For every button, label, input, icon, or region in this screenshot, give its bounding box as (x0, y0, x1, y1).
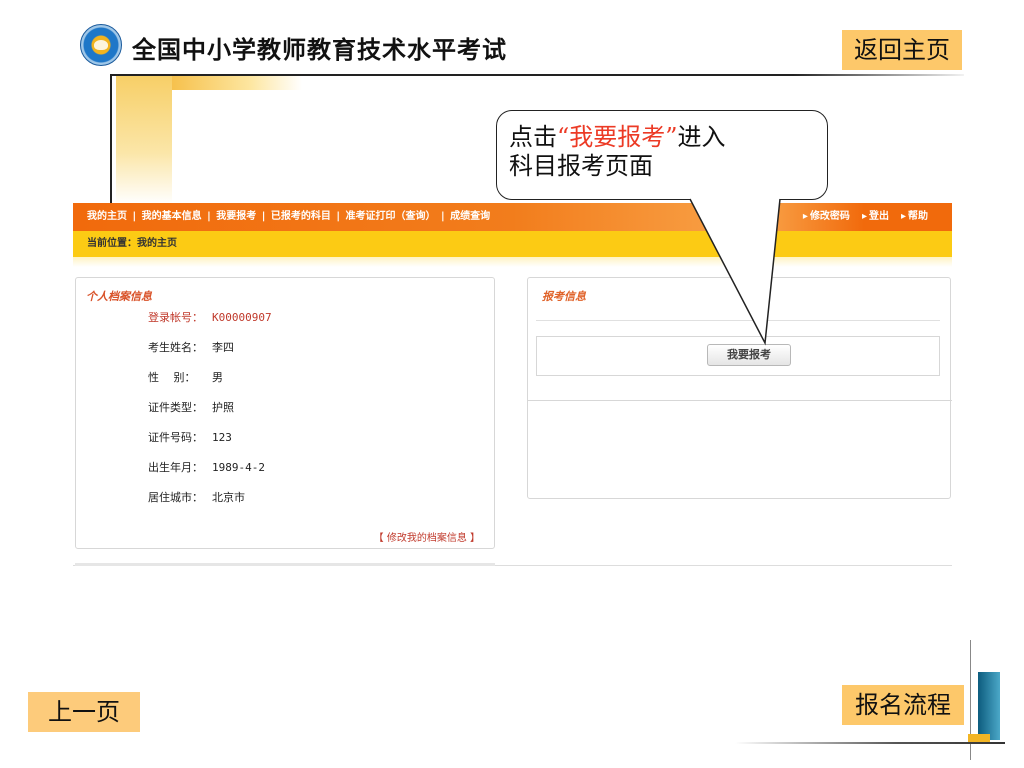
edit-profile-link[interactable]: 【 修改我的档案信息 】 (374, 529, 480, 544)
nav-right-item[interactable]: ▸ 修改密码 (803, 211, 850, 222)
profile-row: 证件类型： 护照 (148, 399, 234, 415)
previous-page-button[interactable]: 上一页 (28, 692, 140, 732)
nav-item[interactable]: 我要报考 (216, 211, 256, 222)
nav-right-label: 帮助 (908, 211, 928, 222)
callout-prefix: 点击 (509, 123, 557, 151)
return-home-button[interactable]: 返回主页 (842, 30, 962, 70)
profile-row: 出生年月： 1989-4-2 (148, 459, 265, 475)
nav-separator: | (258, 211, 269, 222)
nav-separator: | (437, 211, 449, 222)
apply-exam-button[interactable]: 我要报考 (707, 344, 791, 366)
breadcrumb-fade (73, 257, 952, 267)
profile-panel: 个人档案信息 登录帐号： K00000907 考生姓名： 李四性 别： 男证件类型： 护照… (75, 277, 495, 549)
profile-row: 登录帐号： K00000907 (148, 309, 272, 325)
nav-item[interactable]: 准考证打印（查询） (346, 211, 436, 222)
exam-info-divider (536, 320, 940, 321)
instruction-callout: 点击“我要报考”进入 科目报考页面 (496, 110, 828, 200)
profile-label: 性 别： (148, 371, 196, 384)
footer-rule (735, 742, 1005, 744)
profile-value: 北京市 (212, 491, 245, 504)
profile-label: 出生年月： (148, 461, 203, 474)
nav-right-item[interactable]: ▸ 帮助 (901, 211, 928, 222)
registration-flow-button[interactable]: 报名流程 (842, 685, 964, 725)
profile-panel-title: 个人档案信息 (86, 290, 152, 303)
breadcrumb: 当前位置：我的主页 (73, 231, 952, 257)
profile-row: 居住城市： 北京市 (148, 489, 245, 505)
callout-line-1: 点击“我要报考”进入 (509, 123, 827, 152)
nav-item[interactable]: 我的基本信息 (142, 211, 202, 222)
nav-item[interactable]: 成绩查询 (450, 211, 490, 222)
callout-line-2: 科目报考页面 (509, 152, 653, 180)
profile-value: K00000907 (212, 311, 272, 324)
arrow-icon: ▸ (861, 211, 867, 222)
nav-right-item[interactable]: ▸ 登出 (862, 211, 889, 222)
nav-separator: | (203, 211, 215, 222)
profile-row: 考生姓名： 李四 (148, 339, 234, 355)
profile-label: 证件类型： (148, 401, 203, 414)
profile-row: 证件号码： 123 (148, 429, 232, 445)
profile-label: 登录帐号： (148, 311, 203, 324)
nav-item[interactable]: 我的主页 (87, 211, 127, 222)
arrow-icon: ▸ (802, 211, 808, 222)
decorative-vertical-line (110, 74, 112, 204)
profile-value: 李四 (212, 341, 234, 354)
profile-value: 123 (212, 431, 232, 444)
nav-right-label: 修改密码 (809, 211, 850, 222)
nav-right-label: 登出 (868, 211, 889, 222)
exam-info-separator (528, 400, 952, 401)
callout-suffix: 进入 (677, 123, 726, 151)
nav-separator: | (129, 211, 140, 222)
decorative-gold-stripe (172, 76, 302, 90)
exam-portal-screenshot: 我的主页 | 我的基本信息 | 我要报考 | 已报考的科目 | 准考证打印（查询… (73, 203, 952, 566)
profile-label: 证件号码： (148, 431, 203, 444)
exam-seal-logo-icon (80, 24, 122, 66)
portal-top-nav: 我的主页 | 我的基本信息 | 我要报考 | 已报考的科目 | 准考证打印（查询… (73, 203, 952, 231)
profile-label: 居住城市： (148, 491, 203, 504)
arrow-icon: ▸ (900, 211, 906, 222)
callout-highlight: “我要报考” (557, 123, 678, 151)
decorative-teal-bar (978, 672, 1000, 740)
profile-label: 考生姓名： (148, 341, 203, 354)
site-title: 全国中小学教师教育技术水平考试 (132, 36, 507, 64)
nav-separator: | (332, 211, 344, 222)
nav-item[interactable]: 已报考的科目 (271, 211, 331, 222)
profile-value: 1989-4-2 (212, 461, 265, 474)
profile-value: 护照 (212, 401, 234, 414)
decorative-gold-bar (116, 76, 172, 204)
profile-row: 性 别： 男 (148, 369, 223, 385)
profile-value: 男 (212, 371, 223, 384)
exam-info-panel: 报考信息 我要报考 (527, 277, 952, 499)
profile-panel-footer (75, 563, 495, 566)
exam-info-title: 报考信息 (542, 290, 586, 303)
apply-box: 我要报考 (536, 336, 940, 376)
